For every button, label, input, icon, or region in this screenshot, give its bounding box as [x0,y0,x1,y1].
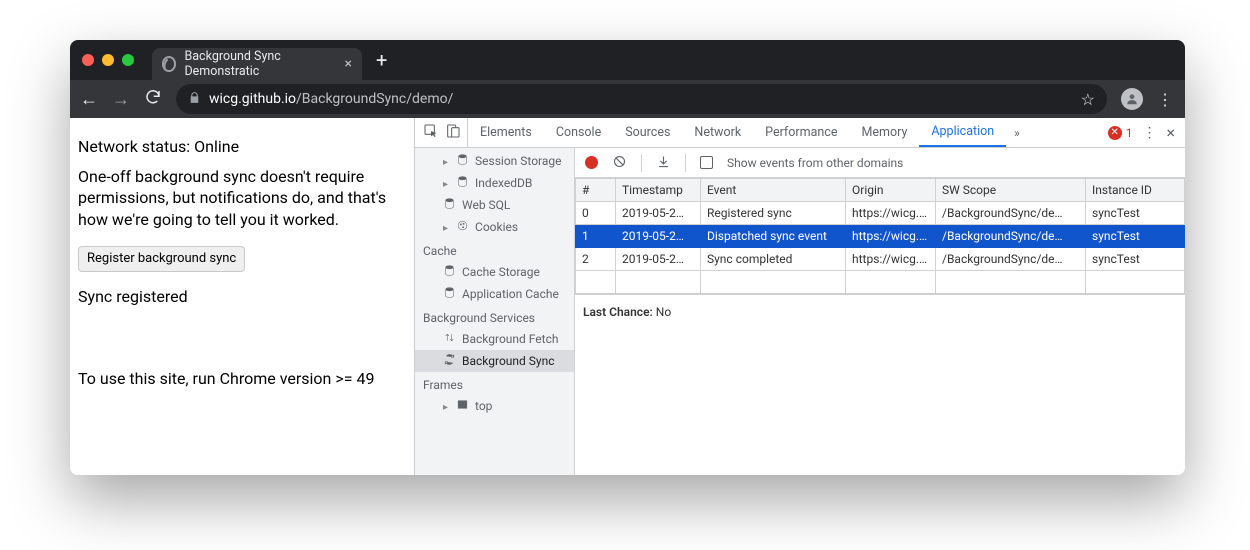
sidebar-item-frame-top[interactable]: top [415,395,574,417]
content-area: Network status: Online One-off backgroun… [70,118,1185,475]
network-status: Network status: Online [78,136,406,158]
devtools-menu-button[interactable]: ⋮ [1142,125,1156,141]
table-cell: 2019-05-2… [616,225,701,248]
table-row[interactable]: 22019-05-2…Sync completedhttps://wicg.…/… [576,248,1185,271]
tab-sources[interactable]: Sources [613,118,682,147]
device-toolbar-icon[interactable] [445,123,461,142]
application-main: Show events from other domains # Timesta… [575,148,1185,475]
table-cell: 2019-05-2… [616,248,701,271]
table-cell: Sync completed [701,248,846,271]
table-cell: https://wicg.… [846,202,936,225]
separator [685,154,686,172]
chrome-menu-button[interactable]: ⋮ [1157,90,1175,109]
bg-sync-toolbar: Show events from other domains [575,148,1185,178]
sidebar-item-background-sync[interactable]: Background Sync [415,350,574,372]
table-cell: Dispatched sync event [701,225,846,248]
table-cell: https://wicg.… [846,248,936,271]
bookmark-star-icon[interactable]: ☆ [1081,90,1095,109]
table-cell: /BackgroundSync/de… [936,225,1086,248]
sidebar-item-background-fetch[interactable]: Background Fetch [415,328,574,350]
tab-network[interactable]: Network [682,118,753,147]
table-cell: 1 [576,225,616,248]
page-description: One-off background sync doesn't require … [78,166,406,231]
back-button[interactable] [80,89,98,110]
error-icon: ✕ [1108,126,1122,140]
application-sidebar: Session Storage IndexedDB Web SQL Cookie… [415,148,575,475]
page-footer: To use this site, run Chrome version >= … [78,368,406,390]
sidebar-item-session-storage[interactable]: Session Storage [415,150,574,172]
window-controls [82,54,134,66]
sidebar-item-cookies[interactable]: Cookies [415,216,574,238]
page-viewport: Network status: Online One-off backgroun… [70,118,415,475]
tab-close-icon[interactable]: × [345,56,352,72]
download-button[interactable] [656,154,671,172]
record-button[interactable] [585,156,598,169]
event-detail: Last Chance: No [575,294,1185,329]
col-timestamp[interactable]: Timestamp [616,179,701,202]
devtools-panel: Elements Console Sources Network Perform… [415,118,1185,475]
table-cell: /BackgroundSync/de… [936,202,1086,225]
close-window-button[interactable] [82,54,94,66]
forward-button[interactable] [112,89,130,110]
events-table: # Timestamp Event Origin SW Scope Instan… [575,178,1185,294]
table-cell: syncTest [1086,202,1185,225]
detail-label: Last Chance: [583,305,653,319]
clear-button[interactable] [612,154,627,172]
tab-memory[interactable]: Memory [849,118,919,147]
sidebar-item-websql[interactable]: Web SQL [415,194,574,216]
sidebar-item-application-cache[interactable]: Application Cache [415,283,574,305]
more-tabs-icon[interactable]: » [1006,118,1028,147]
tab-console[interactable]: Console [544,118,613,147]
tab-performance[interactable]: Performance [753,118,849,147]
browser-window: Background Sync Demonstratic × + wicg.gi… [70,40,1185,475]
col-sw-scope[interactable]: SW Scope [936,179,1086,202]
reload-button[interactable] [144,88,162,110]
show-other-domains-checkbox[interactable] [700,156,713,169]
globe-icon [162,56,176,72]
col-instance-id[interactable]: Instance ID [1086,179,1185,202]
col-origin[interactable]: Origin [846,179,936,202]
table-row-empty [576,271,1185,294]
minimize-window-button[interactable] [102,54,114,66]
table-cell: 2019-05-2… [616,202,701,225]
profile-avatar[interactable] [1121,88,1143,110]
maximize-window-button[interactable] [122,54,134,66]
table-row[interactable]: 12019-05-2…Dispatched sync eventhttps://… [576,225,1185,248]
devtools-close-button[interactable]: × [1166,123,1175,142]
tab-application[interactable]: Application [919,118,1006,147]
sidebar-section-cache: Cache [415,238,574,261]
table-cell: 0 [576,202,616,225]
browser-toolbar: wicg.github.io/BackgroundSync/demo/ ☆ ⋮ [70,80,1185,118]
tab-strip: Background Sync Demonstratic × + [70,40,1185,80]
sidebar-item-cache-storage[interactable]: Cache Storage [415,261,574,283]
table-cell: syncTest [1086,248,1185,271]
sidebar-section-bg-services: Background Services [415,305,574,328]
inspect-element-icon[interactable] [423,123,439,142]
separator [641,154,642,172]
table-cell: Registered sync [701,202,846,225]
table-cell: 2 [576,248,616,271]
table-row[interactable]: 02019-05-2…Registered synchttps://wicg.…… [576,202,1185,225]
show-other-domains-label: Show events from other domains [727,156,903,170]
table-cell: /BackgroundSync/de… [936,248,1086,271]
table-cell: syncTest [1086,225,1185,248]
sync-result: Sync registered [78,286,406,308]
table-header-row: # Timestamp Event Origin SW Scope Instan… [576,179,1185,202]
register-sync-button[interactable]: Register background sync [78,246,245,272]
col-index[interactable]: # [576,179,616,202]
url-text: wicg.github.io/BackgroundSync/demo/ [209,91,453,107]
lock-icon [188,91,201,108]
sidebar-item-indexeddb[interactable]: IndexedDB [415,172,574,194]
detail-value: No [656,305,671,319]
sidebar-section-frames: Frames [415,372,574,395]
tab-title: Background Sync Demonstratic [184,49,336,79]
col-event[interactable]: Event [701,179,846,202]
error-count[interactable]: ✕ 1 [1108,126,1133,140]
new-tab-button[interactable]: + [376,48,387,72]
browser-tab[interactable]: Background Sync Demonstratic × [152,48,362,80]
devtools-tab-bar: Elements Console Sources Network Perform… [415,118,1185,148]
tab-elements[interactable]: Elements [468,118,544,147]
table-cell: https://wicg.… [846,225,936,248]
address-bar[interactable]: wicg.github.io/BackgroundSync/demo/ ☆ [176,84,1107,114]
